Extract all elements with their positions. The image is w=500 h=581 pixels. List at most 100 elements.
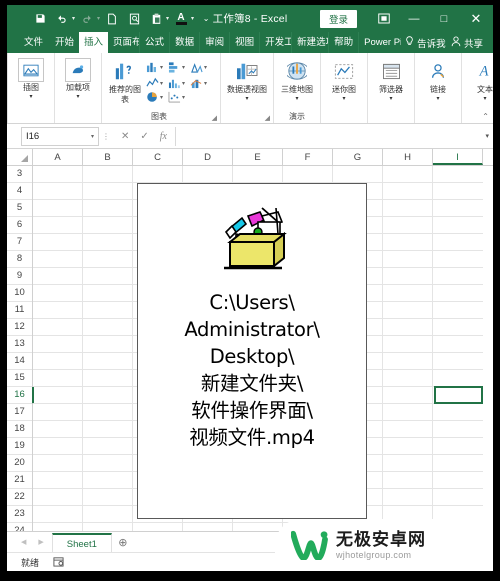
tell-me-box[interactable]: 告诉我	[405, 32, 446, 53]
redo-dropdown-icon[interactable]: ▾	[97, 15, 100, 22]
row-header-23[interactable]: 23	[7, 506, 32, 523]
tab-home[interactable]: 开始	[50, 32, 79, 53]
tab-developer[interactable]: 开发工具	[260, 32, 293, 53]
sparklines-button[interactable]: 迷你图 ▾	[325, 56, 363, 102]
3d-map-button[interactable]: 三维地图 ▾	[278, 56, 316, 102]
row-header-11[interactable]: 11	[7, 302, 32, 319]
pivotchart-dialog-launcher-icon[interactable]: ◢	[265, 114, 270, 122]
bar-chart-icon[interactable]: ▾	[168, 61, 190, 73]
column-header-B[interactable]: B	[83, 149, 133, 165]
pivot-chart-dropdown-icon[interactable]: ▾	[245, 96, 248, 102]
maximize-button[interactable]: □	[429, 5, 459, 32]
formula-bar-grip[interactable]: ⋮	[99, 132, 113, 141]
row-header-10[interactable]: 10	[7, 285, 32, 302]
formula-input[interactable]	[175, 126, 471, 146]
illustrations-button[interactable]: 插图 ▾	[12, 56, 50, 100]
tab-file[interactable]: 文件	[19, 32, 50, 53]
slicer-dropdown-icon[interactable]: ▾	[389, 96, 392, 102]
row-header-17[interactable]: 17	[7, 404, 32, 421]
row-header-6[interactable]: 6	[7, 217, 32, 234]
pie-chart-icon[interactable]: ▾	[146, 91, 168, 103]
close-button[interactable]: ✕	[459, 5, 493, 32]
font-color-icon[interactable]: A	[171, 9, 191, 29]
tab-new-tab[interactable]: 新建选项卡	[292, 32, 330, 53]
row-header-12[interactable]: 12	[7, 319, 32, 336]
print-preview-icon[interactable]	[124, 9, 144, 29]
line-chart-icon[interactable]: ▾	[146, 77, 168, 89]
collapse-ribbon-icon[interactable]: ⌃	[482, 112, 489, 121]
accessibility-checker-icon[interactable]	[39, 556, 64, 569]
add-sheet-button[interactable]: ⊕	[112, 536, 134, 549]
selected-cell-I16[interactable]	[434, 386, 483, 404]
save-icon[interactable]	[30, 9, 50, 29]
add-ins-dropdown-icon[interactable]: ▾	[76, 94, 79, 100]
undo-icon[interactable]	[52, 9, 72, 29]
name-box-dropdown-icon[interactable]: ▾	[91, 133, 94, 140]
pivot-chart-button[interactable]: 数据透视图 ▾	[225, 56, 269, 102]
row-header-22[interactable]: 22	[7, 489, 32, 506]
ole-package-object[interactable]: C:\Users\ Administrator\ Desktop\ 新建文件夹\…	[137, 183, 367, 519]
text-dropdown-icon[interactable]: ▾	[483, 96, 486, 102]
column-header-F[interactable]: F	[283, 149, 333, 165]
column-header-G[interactable]: G	[333, 149, 383, 165]
row-header-7[interactable]: 7	[7, 234, 32, 251]
row-header-8[interactable]: 8	[7, 251, 32, 268]
row-header-14[interactable]: 14	[7, 353, 32, 370]
row-header-3[interactable]: 3	[7, 166, 32, 183]
scatter-chart-icon[interactable]: ▾	[168, 91, 190, 103]
column-header-C[interactable]: C	[133, 149, 183, 165]
row-header-18[interactable]: 18	[7, 421, 32, 438]
combo-chart-icon[interactable]: ▾	[190, 77, 212, 89]
column-header-H[interactable]: H	[383, 149, 433, 165]
enter-formula-icon[interactable]: ✓	[140, 131, 148, 142]
column-header-E[interactable]: E	[233, 149, 283, 165]
tab-view[interactable]: 视图	[230, 32, 261, 53]
share-button[interactable]: 共享	[451, 32, 483, 53]
3d-map-dropdown-icon[interactable]: ▾	[295, 96, 298, 102]
cancel-formula-icon[interactable]: ✕	[121, 131, 129, 142]
select-all-button[interactable]	[7, 149, 33, 165]
expand-formula-bar-icon[interactable]: ▾	[485, 132, 491, 140]
next-sheet-icon[interactable]: ▶	[38, 538, 43, 546]
column-header-D[interactable]: D	[183, 149, 233, 165]
tab-data[interactable]: 数据	[170, 32, 201, 53]
tab-help[interactable]: 帮助	[329, 32, 360, 53]
illustrations-dropdown-icon[interactable]: ▾	[29, 94, 32, 100]
column-header-I[interactable]: I	[433, 149, 483, 165]
charts-dialog-launcher-icon[interactable]: ◢	[212, 114, 217, 122]
sign-in-button[interactable]: 登录	[319, 9, 357, 28]
minimize-button[interactable]: —	[399, 5, 429, 32]
redo-icon[interactable]	[77, 9, 97, 29]
sheet-tab-sheet1[interactable]: Sheet1	[51, 532, 112, 553]
sparklines-dropdown-icon[interactable]: ▾	[342, 96, 345, 102]
paste-icon[interactable]	[146, 9, 166, 29]
link-button[interactable]: 链接 ▾	[419, 56, 457, 102]
row-header-13[interactable]: 13	[7, 336, 32, 353]
tab-insert[interactable]: 插入	[79, 32, 109, 53]
tab-power-pivot[interactable]: Power Pivot	[359, 32, 401, 53]
font-color-dropdown-icon[interactable]: ▾	[191, 15, 194, 22]
row-header-19[interactable]: 19	[7, 438, 32, 455]
tab-review[interactable]: 审阅	[200, 32, 231, 53]
row-header-15[interactable]: 15	[7, 370, 32, 387]
link-dropdown-icon[interactable]: ▾	[436, 96, 439, 102]
cell-area[interactable]: C:\Users\ Administrator\ Desktop\ 新建文件夹\…	[33, 166, 493, 531]
recommended-charts-button[interactable]: 推荐的图表	[106, 56, 144, 104]
customize-quick-access-icon[interactable]: ⌄	[196, 9, 216, 29]
column-header-A[interactable]: A	[33, 149, 83, 165]
row-header-20[interactable]: 20	[7, 455, 32, 472]
tab-formulas[interactable]: 公式	[140, 32, 171, 53]
undo-dropdown-icon[interactable]: ▾	[72, 15, 75, 22]
add-ins-button[interactable]: 加载项 ▾	[59, 56, 97, 100]
prev-sheet-icon[interactable]: ◀	[21, 538, 26, 546]
column-chart-icon[interactable]: ▾	[146, 61, 168, 73]
row-header-21[interactable]: 21	[7, 472, 32, 489]
statistic-chart-icon[interactable]: ▾	[168, 77, 190, 89]
tab-page-layout[interactable]: 页面布局	[108, 32, 141, 53]
insert-function-icon[interactable]: fx	[160, 131, 167, 142]
paste-dropdown-icon[interactable]: ▾	[166, 15, 169, 22]
text-button[interactable]: A 文本 ▾	[466, 56, 493, 102]
ribbon-display-options-icon[interactable]	[369, 5, 399, 32]
row-header-16[interactable]: 16	[7, 387, 34, 404]
row-header-24[interactable]: 24	[7, 523, 32, 531]
